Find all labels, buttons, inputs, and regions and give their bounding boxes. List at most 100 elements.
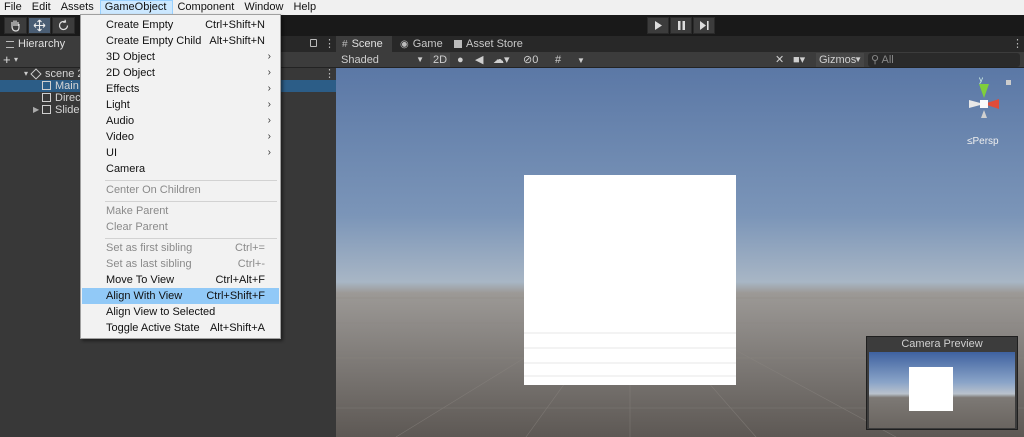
menu-gameobject[interactable]: GameObject xyxy=(99,0,174,15)
chevron-right-icon: › xyxy=(267,115,271,126)
menu-item-label: Create Empty xyxy=(106,19,174,31)
menu-item-shortcut: Ctrl+Shift+N xyxy=(205,19,265,31)
expand-icon[interactable]: ▾ xyxy=(24,68,28,80)
scene-options-icon[interactable]: ⋮ xyxy=(324,68,335,80)
lighting-toggle[interactable]: ● xyxy=(454,53,468,67)
step-button[interactable] xyxy=(693,17,715,34)
menu-item-audio[interactable]: Audio › xyxy=(82,113,279,129)
menu-item-2d-object[interactable]: 2D Object › xyxy=(82,65,279,81)
menu-item-align-with-view[interactable]: Align With View Ctrl+Shift+F xyxy=(82,288,279,304)
more-options-icon[interactable]: ⋮ xyxy=(324,37,335,50)
menu-window[interactable]: Window xyxy=(240,0,289,15)
light-bulb-icon: ● xyxy=(457,54,464,66)
menu-item-center-on-children[interactable]: Center On Children xyxy=(82,182,279,198)
gameobject-icon xyxy=(42,93,51,102)
move-icon xyxy=(33,19,46,32)
menu-item-set-first-sibling[interactable]: Set as first sibling Ctrl+= xyxy=(82,240,279,256)
tab-asset-store[interactable]: Asset Store xyxy=(448,36,532,52)
chevron-down-icon: ▼ xyxy=(577,56,585,65)
tab-hierarchy[interactable]: Hierarchy xyxy=(0,36,80,52)
menu-item-make-parent[interactable]: Make Parent xyxy=(82,203,279,219)
menu-item-set-last-sibling[interactable]: Set as last sibling Ctrl+- xyxy=(82,256,279,272)
rotate-tool-button[interactable] xyxy=(52,17,75,34)
hand-icon xyxy=(11,20,20,32)
menu-item-create-empty-child[interactable]: Create Empty Child Alt+Shift+N xyxy=(82,33,279,49)
menu-file[interactable]: File xyxy=(0,0,28,15)
menu-item-clear-parent[interactable]: Clear Parent xyxy=(82,219,279,235)
menu-item-create-empty[interactable]: Create Empty Ctrl+Shift+N xyxy=(82,17,279,33)
hand-tool-button[interactable] xyxy=(4,17,27,34)
menu-item-effects[interactable]: Effects › xyxy=(82,81,279,97)
search-icon: ⚲ xyxy=(871,54,880,66)
menu-item-label: Set as last sibling xyxy=(106,258,192,270)
2d-toggle[interactable]: 2D xyxy=(430,53,450,67)
scene-search-input[interactable]: ⚲ All xyxy=(868,53,1020,67)
gizmo-center[interactable] xyxy=(980,100,988,108)
camera-icon: ■▾ xyxy=(793,54,806,66)
menu-item-video[interactable]: Video › xyxy=(82,129,279,145)
menu-item-3d-object[interactable]: 3D Object › xyxy=(82,49,279,65)
pause-icon xyxy=(677,21,685,30)
chevron-right-icon: › xyxy=(267,51,271,62)
gameobject-menu: Create Empty Ctrl+Shift+N Create Empty Ch… xyxy=(80,14,281,339)
hidden-count: 0 xyxy=(532,54,539,66)
more-options-icon[interactable]: ⋮ xyxy=(1012,37,1023,50)
menu-item-light[interactable]: Light › xyxy=(82,97,279,113)
lock-icon[interactable] xyxy=(1006,80,1011,85)
menu-item-label: Move To View xyxy=(106,274,175,286)
menu-separator xyxy=(105,201,277,202)
projection-label[interactable]: ≤Persp xyxy=(967,136,999,147)
play-button[interactable] xyxy=(647,17,669,34)
tab-scene-label: Scene xyxy=(351,38,383,50)
menu-item-toggle-active-state[interactable]: Toggle Active State Alt+Shift+A xyxy=(82,320,279,336)
tab-scene[interactable]: # Scene xyxy=(336,36,392,52)
menu-item-label: Audio xyxy=(106,115,135,127)
menu-item-label: Create Empty Child xyxy=(106,35,202,47)
gameobject-icon xyxy=(42,105,51,114)
menu-edit[interactable]: Edit xyxy=(28,0,57,15)
menu-item-shortcut: Alt+Shift+A xyxy=(209,322,265,334)
menu-item-shortcut: Ctrl+- xyxy=(237,258,265,270)
menu-item-label: Effects xyxy=(106,83,140,95)
menu-item-label: Toggle Active State xyxy=(106,322,200,334)
play-icon xyxy=(654,21,662,30)
list-icon xyxy=(6,40,14,48)
menu-component[interactable]: Component xyxy=(173,0,240,15)
preview-plane xyxy=(909,367,953,411)
shading-mode-label: Shaded xyxy=(341,54,379,66)
effects-dropdown[interactable]: ☁▾ xyxy=(490,53,514,67)
gizmos-label: Gizmos xyxy=(819,54,857,66)
hidden-objects-toggle[interactable]: ⊘0 xyxy=(520,53,550,67)
menu-item-label: Set as first sibling xyxy=(106,242,193,254)
grid-dropdown[interactable]: ▼ xyxy=(574,53,586,67)
grid-toggle[interactable]: # xyxy=(552,53,572,67)
white-plane[interactable] xyxy=(524,175,736,385)
axis-y-label: y xyxy=(979,75,983,84)
lock-icon[interactable] xyxy=(310,39,317,47)
expand-icon[interactable]: ▶ xyxy=(33,104,39,116)
menu-help[interactable]: Help xyxy=(289,0,322,15)
grid-icon: # xyxy=(342,38,348,50)
audio-toggle[interactable]: ◀ xyxy=(472,53,486,67)
tools-toggle[interactable]: ✕ xyxy=(772,53,786,67)
menu-item-label: 2D Object xyxy=(106,67,155,79)
add-button[interactable]: + xyxy=(3,52,11,67)
axis-neg-y-arrow[interactable] xyxy=(981,110,987,118)
menu-assets[interactable]: Assets xyxy=(57,0,100,15)
pause-button[interactable] xyxy=(670,17,692,34)
menu-item-label: Light xyxy=(106,99,130,111)
gizmos-dropdown[interactable]: Gizmos ▼ xyxy=(816,53,864,67)
menu-bar: File Edit Assets GameObject Component Wi… xyxy=(0,0,1024,15)
menu-item-move-to-view[interactable]: Move To View Ctrl+Alt+F xyxy=(82,272,279,288)
move-tool-button[interactable] xyxy=(28,17,51,34)
orientation-gizmo[interactable]: y xyxy=(954,74,1014,144)
shading-mode-dropdown[interactable]: Shaded ▼ xyxy=(338,53,426,67)
tab-game[interactable]: ◉ Game xyxy=(394,36,446,52)
menu-item-align-view-to-selected[interactable]: Align View to Selected xyxy=(82,304,279,320)
add-dropdown-icon[interactable]: ▾ xyxy=(14,53,18,67)
chevron-right-icon: › xyxy=(267,83,271,94)
menu-item-ui[interactable]: UI › xyxy=(82,145,279,161)
camera-settings-dropdown[interactable]: ■▾ xyxy=(790,53,816,67)
menu-item-camera[interactable]: Camera xyxy=(82,161,279,177)
axis-y-arrow[interactable] xyxy=(979,84,989,98)
